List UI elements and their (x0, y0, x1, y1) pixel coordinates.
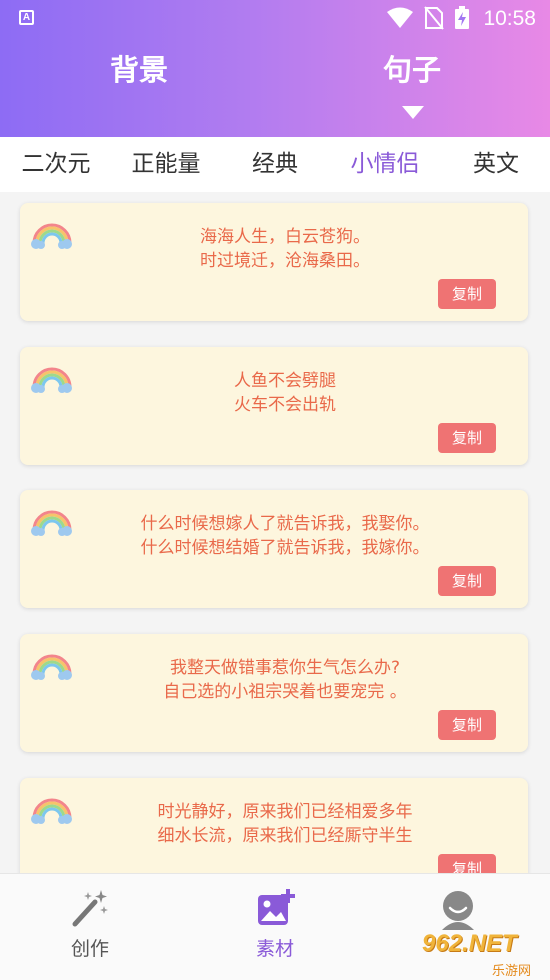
sentence-line-2: 什么时候想结婚了就告诉我，我嫁你。 (140, 538, 430, 558)
rainbow-icon (31, 223, 72, 249)
sentence-line-1: 海海人生，白云苍狗。 (200, 227, 370, 247)
category-positive[interactable]: 正能量 (127, 149, 205, 179)
watermark-logo: 962.NET 乐游网 (412, 930, 550, 979)
status-bar: A 10:58 (0, 0, 550, 38)
sentence-card: 人鱼不会劈腿 火车不会出轨 复制 (20, 347, 528, 465)
category-classic[interactable]: 经典 (246, 149, 304, 179)
magic-wand-icon (72, 890, 108, 927)
sentence-line-1: 我整天做错事惹你生气怎么办? (169, 658, 401, 678)
sentence-card: 我整天做错事惹你生气怎么办? 自己选的小祖宗哭着也要宠完 。 复制 (20, 634, 528, 752)
active-tab-indicator (402, 106, 424, 119)
watermark-subtext: 乐游网 (492, 964, 532, 979)
rainbow-icon (31, 798, 72, 824)
battery-charging-icon (455, 6, 469, 29)
image-add-icon (258, 889, 295, 925)
sentence-card: 什么时候想嫁人了就告诉我，我娶你。 什么时候想结婚了就告诉我，我嫁你。 复制 (20, 490, 528, 608)
copy-button[interactable]: 复制 (438, 566, 496, 596)
sentence-line-2: 细水长流，原来我们已经厮守半生 (157, 826, 413, 846)
copy-button[interactable]: 复制 (438, 279, 496, 309)
sentence-line-2: 时过境迁，沧海桑田。 (200, 251, 370, 271)
rainbow-icon (31, 510, 72, 536)
category-english[interactable]: 英文 (467, 149, 525, 179)
sentence-line-2: 火车不会出轨 (234, 395, 336, 415)
profile-icon (442, 891, 474, 930)
tab-background[interactable]: 背景 (79, 50, 199, 90)
copy-button[interactable]: 复制 (438, 710, 496, 740)
sentence-line-1: 人鱼不会劈腿 (234, 371, 336, 391)
category-anime[interactable]: 二次元 (17, 149, 95, 179)
top-header: A 10:58 背景 句子 (0, 0, 550, 137)
tab-sentences[interactable]: 句子 (352, 50, 472, 90)
sentence-list[interactable]: 海海人生，白云苍狗。 时过境迁，沧海桑田。 复制 人鱼不会劈腿 火车不会出轨 复… (0, 192, 550, 873)
category-couple[interactable]: 小情侣 (346, 149, 424, 179)
watermark-text: 962.NET (422, 930, 517, 957)
sentence-line-1: 什么时候想嫁人了就告诉我，我娶你。 (140, 514, 430, 534)
nav-material[interactable]: 素材 (215, 874, 335, 980)
rainbow-icon (31, 654, 72, 680)
nav-create[interactable]: 创作 (30, 874, 150, 980)
sentence-line-1: 时光静好，原来我们已经相爱多年 (157, 802, 413, 822)
copy-button[interactable]: 复制 (438, 854, 496, 873)
sentence-card: 时光静好，原来我们已经相爱多年 细水长流，原来我们已经厮守半生 复制 (20, 778, 528, 873)
category-bar: 二次元 正能量 经典 小情侣 英文 (0, 137, 550, 192)
copy-button[interactable]: 复制 (438, 423, 496, 453)
app-notification-icon: A (19, 10, 34, 25)
sentence-card: 海海人生，白云苍狗。 时过境迁，沧海桑田。 复制 (20, 203, 528, 321)
sentence-line-2: 自己选的小祖宗哭着也要宠完 。 (163, 682, 407, 702)
nav-create-label: 创作 (70, 938, 109, 960)
nav-material-label: 素材 (255, 938, 294, 960)
rainbow-icon (31, 367, 72, 393)
wifi-icon (387, 7, 413, 28)
no-sim-icon (424, 6, 444, 30)
status-time: 10:58 (483, 7, 536, 30)
